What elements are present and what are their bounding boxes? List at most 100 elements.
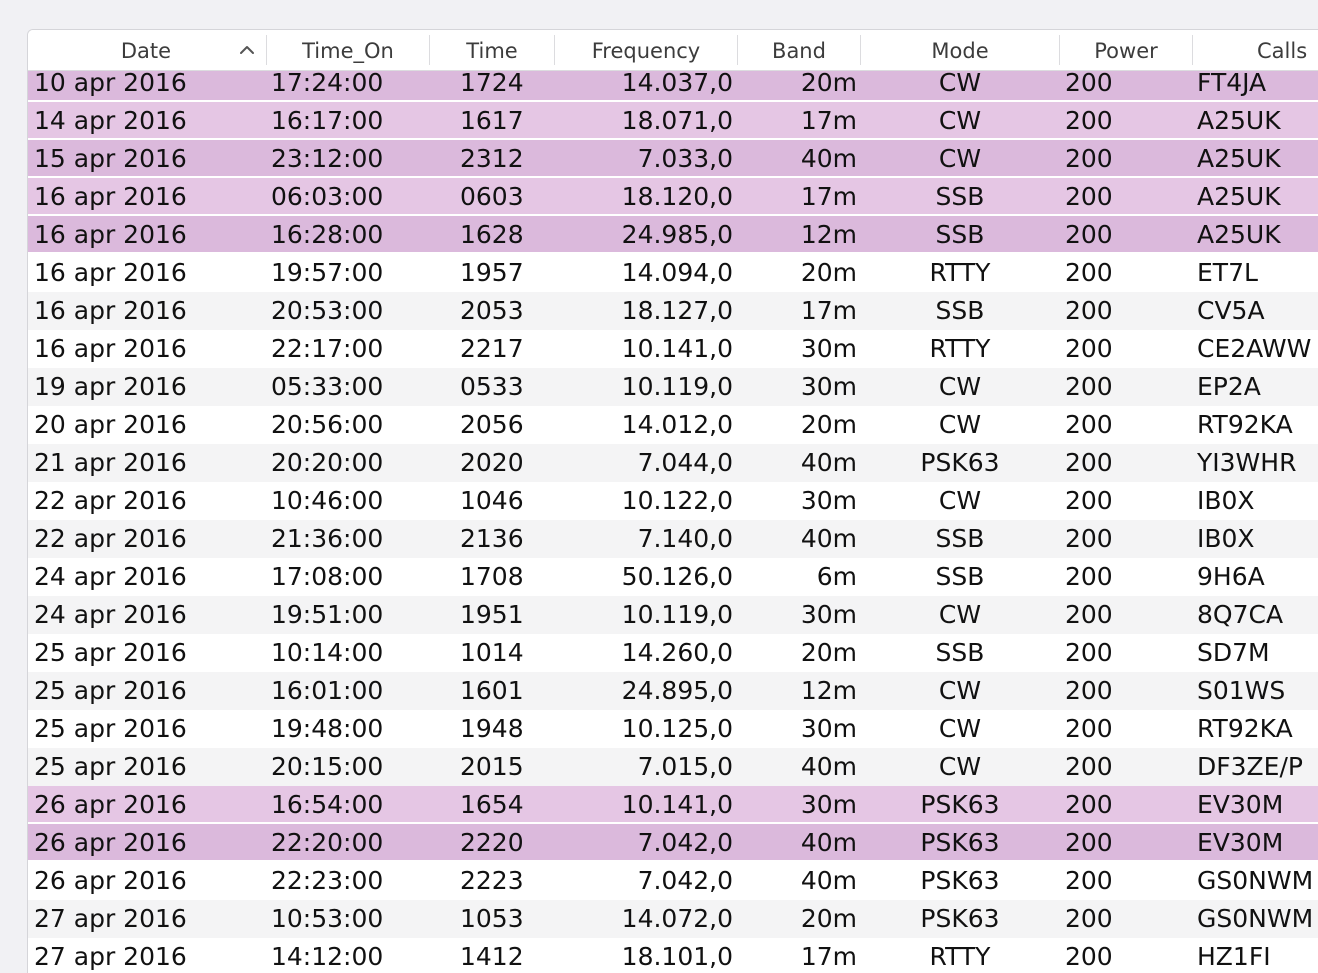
chevron-up-icon[interactable]: [238, 41, 256, 59]
table-row[interactable]: 26 apr 2016 16:54:00 1654 10.141,0 30m PSK63 2…: [28, 786, 1318, 824]
cell-frequency: 18.120,0: [621, 182, 733, 211]
column-header-power[interactable]: Power: [1060, 30, 1192, 70]
cell-date: 22 apr 2016: [34, 486, 187, 515]
table-header: Date Time_On Time Frequency Band Mode Po…: [28, 30, 1318, 71]
cell-frequency: 24.895,0: [621, 676, 733, 705]
column-header-label: Time: [466, 39, 518, 63]
cell-frequency: 24.985,0: [621, 220, 733, 249]
cell-band: 20m: [800, 258, 857, 287]
table-body[interactable]: 10 apr 2016 17:24:00 1724 14.037,0 20m CW 200 F…: [28, 64, 1318, 973]
column-header-time[interactable]: Time: [430, 30, 554, 70]
cell-power: 200: [1065, 410, 1113, 439]
column-header-label: Time_On: [302, 39, 394, 63]
cell-frequency: 7.044,0: [637, 448, 733, 477]
cell-frequency: 14.094,0: [621, 258, 733, 287]
cell-time-on: 20:56:00: [271, 410, 384, 439]
column-header-label: Frequency: [591, 39, 701, 63]
cell-call: GS0NWM: [1197, 866, 1314, 895]
table-row[interactable]: 19 apr 2016 05:33:00 0533 10.119,0 30m CW 200 E…: [28, 368, 1318, 406]
cell-frequency: 10.141,0: [621, 334, 733, 363]
table-row[interactable]: 25 apr 2016 16:01:00 1601 24.895,0 12m CW 200 S…: [28, 672, 1318, 710]
cell-call: HZ1FI: [1197, 942, 1271, 971]
column-header-mode[interactable]: Mode: [861, 30, 1059, 70]
cell-mode: CW: [938, 372, 982, 401]
cell-band: 40m: [800, 144, 857, 173]
table-row[interactable]: 14 apr 2016 16:17:00 1617 18.071,0 17m CW 200 A…: [28, 102, 1318, 140]
cell-band: 30m: [800, 334, 857, 363]
cell-call: GS0NWM: [1197, 904, 1314, 933]
cell-power: 200: [1065, 258, 1113, 287]
column-header-time-on[interactable]: Time_On: [267, 30, 429, 70]
cell-time: 2053: [460, 296, 524, 325]
cell-time: 2217: [460, 334, 524, 363]
cell-date: 24 apr 2016: [34, 562, 187, 591]
table-row[interactable]: 15 apr 2016 23:12:00 2312 7.033,0 40m CW 200 A2…: [28, 140, 1318, 178]
cell-band: 6m: [816, 562, 857, 591]
cell-band: 20m: [800, 410, 857, 439]
cell-time: 1053: [460, 904, 524, 933]
table-row[interactable]: 26 apr 2016 22:20:00 2220 7.042,0 40m PSK63 20…: [28, 824, 1318, 862]
cell-power: 200: [1065, 296, 1113, 325]
column-header-label: Calls: [1257, 39, 1308, 63]
table-row[interactable]: 25 apr 2016 20:15:00 2015 7.015,0 40m CW 200 DF…: [28, 748, 1318, 786]
cell-mode: SSB: [935, 524, 985, 553]
table-row[interactable]: 22 apr 2016 21:36:00 2136 7.140,0 40m SSB 200 I…: [28, 520, 1318, 558]
cell-date: 16 apr 2016: [34, 182, 187, 211]
cell-time: 1617: [460, 106, 524, 135]
column-header-band[interactable]: Band: [738, 30, 860, 70]
cell-time-on: 10:46:00: [271, 486, 384, 515]
column-header-frequency[interactable]: Frequency: [555, 30, 737, 70]
cell-power: 200: [1065, 676, 1113, 705]
cell-call: YI3WHR: [1197, 448, 1297, 477]
table-row[interactable]: 21 apr 2016 20:20:00 2020 7.044,0 40m PSK63 20…: [28, 444, 1318, 482]
cell-mode: PSK63: [920, 448, 1000, 477]
cell-time: 1708: [460, 562, 524, 591]
cell-power: 200: [1065, 448, 1113, 477]
table-row[interactable]: 22 apr 2016 10:46:00 1046 10.122,0 30m CW 200 I…: [28, 482, 1318, 520]
cell-frequency: 18.071,0: [621, 106, 733, 135]
table-row[interactable]: 26 apr 2016 22:23:00 2223 7.042,0 40m PSK63 20…: [28, 862, 1318, 900]
table-row[interactable]: 16 apr 2016 19:57:00 1957 14.094,0 20m RTTY 20…: [28, 254, 1318, 292]
column-header-date[interactable]: Date: [28, 30, 264, 70]
table-row[interactable]: 16 apr 2016 16:28:00 1628 24.985,0 12m SSB 200…: [28, 216, 1318, 254]
cell-call: RT92KA: [1197, 410, 1293, 439]
cell-date: 15 apr 2016: [34, 144, 187, 173]
cell-time-on: 22:17:00: [271, 334, 384, 363]
cell-frequency: 18.101,0: [621, 942, 733, 971]
table-row[interactable]: 16 apr 2016 06:03:00 0603 18.120,0 17m SSB 200…: [28, 178, 1318, 216]
column-header-call[interactable]: Calls: [1193, 30, 1318, 70]
cell-call: A25UK: [1197, 144, 1281, 173]
cell-date: 26 apr 2016: [34, 790, 187, 819]
cell-call: EV30M: [1197, 828, 1284, 857]
cell-power: 200: [1065, 638, 1113, 667]
table-row[interactable]: 25 apr 2016 10:14:00 1014 14.260,0 20m SSB 200…: [28, 634, 1318, 672]
cell-frequency: 10.141,0: [621, 790, 733, 819]
cell-time-on: 10:53:00: [271, 904, 384, 933]
column-header-label: Mode: [931, 39, 989, 63]
cell-call: S01WS: [1197, 676, 1286, 705]
table-row[interactable]: 16 apr 2016 22:17:00 2217 10.141,0 30m RTTY 20…: [28, 330, 1318, 368]
cell-power: 200: [1065, 182, 1113, 211]
cell-time-on: 16:17:00: [271, 106, 384, 135]
table-row[interactable]: 25 apr 2016 19:48:00 1948 10.125,0 30m CW 200 R…: [28, 710, 1318, 748]
cell-mode: SSB: [935, 296, 985, 325]
cell-time: 2312: [460, 144, 524, 173]
cell-time: 1014: [460, 638, 524, 667]
table-row[interactable]: 24 apr 2016 19:51:00 1951 10.119,0 30m CW 200 8…: [28, 596, 1318, 634]
cell-frequency: 14.012,0: [621, 410, 733, 439]
table-row[interactable]: 27 apr 2016 14:12:00 1412 18.101,0 17m RTTY 20…: [28, 938, 1318, 973]
table-row[interactable]: 16 apr 2016 20:53:00 2053 18.127,0 17m SSB 200…: [28, 292, 1318, 330]
column-header-label: Power: [1094, 39, 1158, 63]
cell-time: 0533: [460, 372, 524, 401]
cell-time-on: 20:15:00: [271, 752, 384, 781]
table-row[interactable]: 24 apr 2016 17:08:00 1708 50.126,0 6m SSB 200 9…: [28, 558, 1318, 596]
cell-date: 16 apr 2016: [34, 220, 187, 249]
cell-band: 20m: [800, 638, 857, 667]
cell-time: 2220: [460, 828, 524, 857]
cell-time-on: 16:01:00: [271, 676, 384, 705]
cell-band: 40m: [800, 448, 857, 477]
cell-frequency: 10.119,0: [621, 372, 733, 401]
table-row[interactable]: 27 apr 2016 10:53:00 1053 14.072,0 20m PSK63 2…: [28, 900, 1318, 938]
table-row[interactable]: 20 apr 2016 20:56:00 2056 14.012,0 20m CW 200 R…: [28, 406, 1318, 444]
cell-mode: CW: [938, 486, 982, 515]
